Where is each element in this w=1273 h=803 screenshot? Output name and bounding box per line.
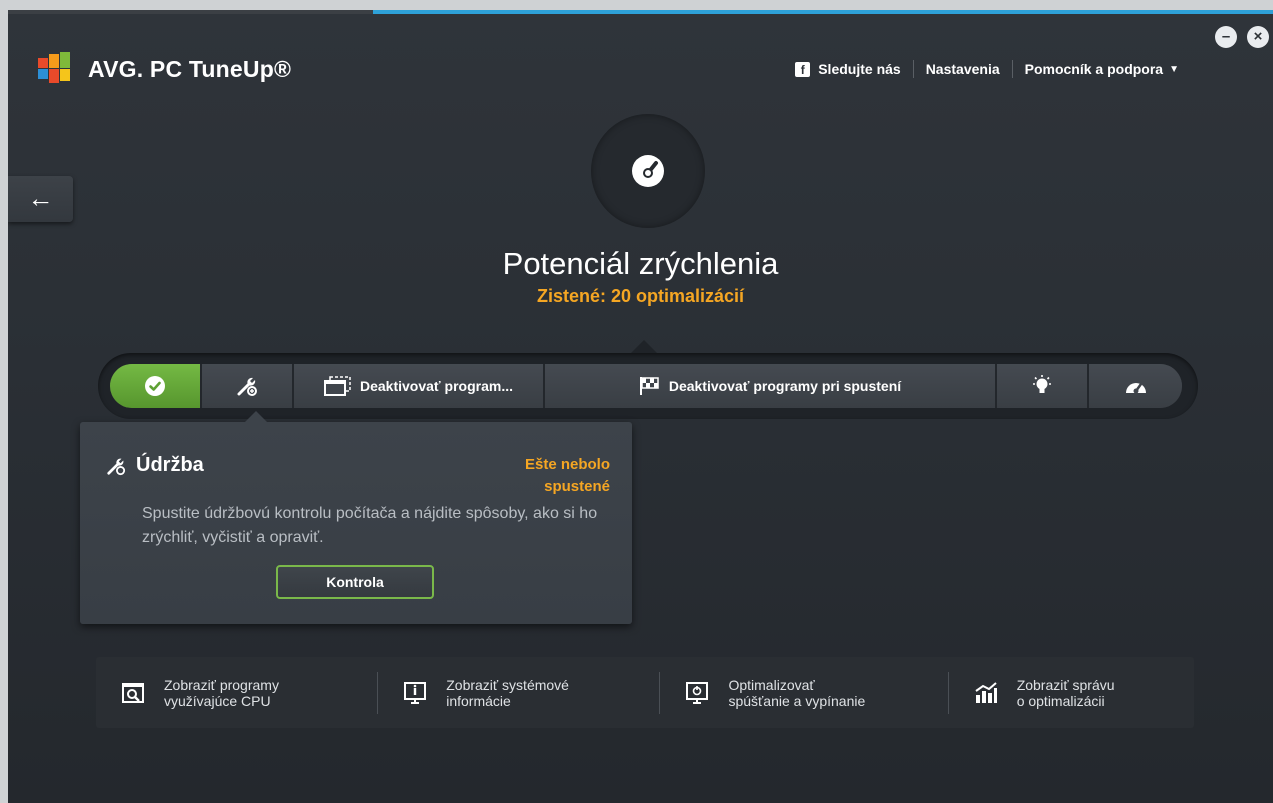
- lightbulb-icon: [1033, 375, 1051, 393]
- pointer-notch: [630, 340, 658, 354]
- follow-us-link[interactable]: f Sledujte nás: [783, 61, 912, 77]
- panel-description: Spustite údržbovú kontrolu počítača a ná…: [142, 505, 598, 546]
- quick-links-bar: Zobraziť programy využívajúce CPU Zobraz…: [96, 657, 1194, 728]
- wrench-icon: [107, 458, 126, 475]
- speedometer-icon: [632, 155, 664, 187]
- settings-label: Nastavenia: [925, 61, 1000, 77]
- link-line2: využívajúce CPU: [164, 692, 271, 709]
- tab-disable-startup-label: Deaktivovať programy pri spustení: [668, 378, 902, 394]
- help-support-menu[interactable]: Pomocník a podpora ▼: [1013, 61, 1191, 77]
- help-support-label: Pomocník a podpora: [1024, 61, 1164, 77]
- tab-completed[interactable]: [110, 364, 202, 408]
- tab-recommendations[interactable]: [997, 364, 1089, 408]
- link-line1: Zobraziť systémové: [446, 676, 569, 693]
- top-accent-line: [8, 10, 1273, 14]
- close-button[interactable]: ×: [1247, 26, 1269, 48]
- startup-monitor-icon: [686, 681, 709, 704]
- link-line2: spúšťanie a vypínanie: [728, 692, 866, 709]
- speed-gauge: [591, 114, 705, 228]
- link-line2: informácie: [446, 692, 511, 709]
- maintenance-panel: Údržba Ešte nebolo spustené Spustite údr…: [80, 411, 632, 624]
- speedometer-icon: [1125, 382, 1146, 394]
- show-system-info-link[interactable]: Zobraziť systémové informácie: [378, 657, 659, 728]
- report-chart-icon: [975, 681, 997, 703]
- back-button[interactable]: ←: [8, 176, 73, 222]
- check-button[interactable]: Kontrola: [276, 565, 434, 599]
- panel-title: Údržba: [136, 454, 204, 476]
- optimizations-found: Zistené: 20 optimalizácií: [536, 286, 745, 306]
- status-badge: Ešte nebolo spustené: [524, 456, 610, 495]
- link-line2: o optimalizácii: [1016, 692, 1105, 709]
- tab-performance[interactable]: [1089, 364, 1182, 408]
- tab-deactivate-programs-label: Deaktivovať program...: [360, 378, 513, 394]
- link-line1: Zobraziť programy: [164, 676, 279, 693]
- settings-link[interactable]: Nastavenia: [914, 61, 1012, 77]
- app-window: AVG. PC TuneUp® f Sledujte nás Nastaveni…: [8, 10, 1273, 803]
- windows-icon: [324, 376, 351, 396]
- check-icon: [145, 376, 165, 396]
- top-accent-blue: [373, 10, 1273, 14]
- follow-us-label: Sledujte nás: [818, 61, 901, 77]
- tab-deactivate-programs[interactable]: Deaktivovať program...: [294, 364, 545, 408]
- link-line1: Zobraziť správu: [1016, 676, 1115, 693]
- brand-name: AVG. PC TuneUp®: [88, 55, 292, 82]
- optimization-toolbar: Deaktivovať program... Deaktivovať progr…: [110, 364, 1182, 408]
- tab-disable-startup[interactable]: Deaktivovať programy pri spustení: [545, 364, 997, 408]
- optimize-startup-shutdown-link[interactable]: Optimalizovať spúšťanie a vypínanie: [660, 657, 947, 728]
- top-nav: f Sledujte nás Nastavenia Pomocník a pod…: [783, 60, 1191, 78]
- flag-icon: [639, 377, 659, 395]
- brand: AVG. PC TuneUp®: [38, 52, 291, 86]
- link-line1: Optimalizovať: [728, 676, 815, 693]
- page-title: Potenciál zrýchlenia: [502, 246, 779, 281]
- wrench-icon: [237, 377, 257, 396]
- avg-logo-icon: [38, 52, 70, 83]
- system-info-icon: [404, 681, 427, 704]
- facebook-icon: f: [795, 61, 811, 77]
- show-cpu-programs-link[interactable]: Zobraziť programy využívajúce CPU: [96, 657, 377, 728]
- minimize-button[interactable]: –: [1215, 26, 1237, 48]
- panel-pointer: [244, 411, 268, 423]
- panel-header: Údržba: [106, 454, 204, 477]
- caret-down-icon: ▼: [1169, 63, 1179, 75]
- show-optimization-report-link[interactable]: Zobraziť správu o optimalizácii: [949, 657, 1194, 728]
- cpu-search-icon: [122, 682, 144, 703]
- tab-maintenance[interactable]: [202, 364, 294, 408]
